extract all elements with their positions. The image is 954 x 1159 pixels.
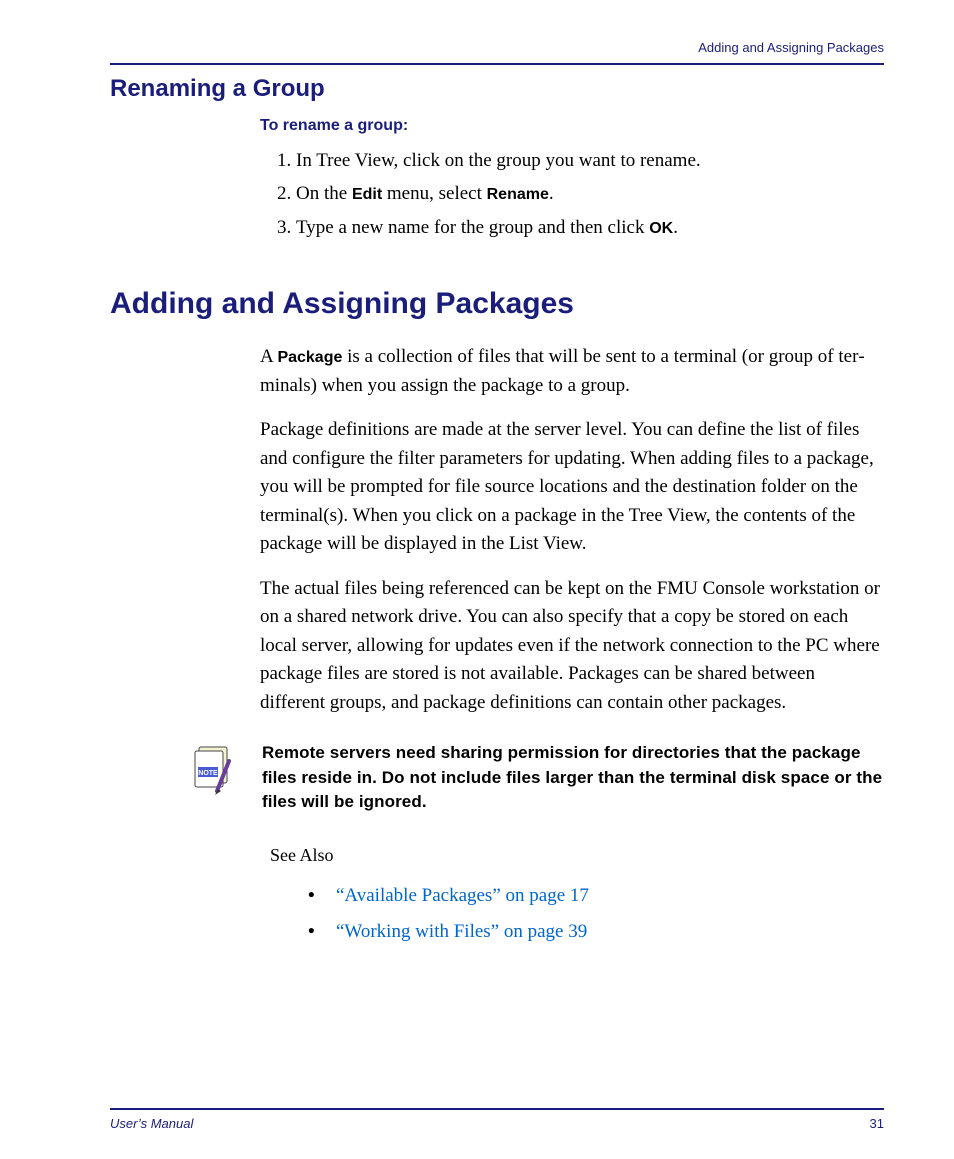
body-paragraph: A Package is a collection of files that … (260, 343, 884, 400)
step-3: Type a new name for the group and then c… (296, 212, 884, 243)
ui-label-package: Package (277, 349, 342, 366)
step-text: On the (296, 183, 352, 204)
ui-label-edit: Edit (352, 186, 382, 203)
step-text: menu, select (382, 183, 486, 204)
page-footer: User’s Manual 31 (110, 1108, 884, 1131)
ui-label-rename: Rename (487, 186, 549, 203)
heading-adding-assigning-packages: Adding and Assigning Packages (110, 287, 884, 321)
see-also-item: “Working with Files” on page 39 (308, 914, 884, 950)
see-also-item: “Available Packages” on page 17 (308, 878, 884, 914)
step-text: . (549, 183, 554, 204)
step-2: On the Edit menu, select Rename. (296, 178, 884, 209)
note-block: NOTE Remote servers need sharing permiss… (185, 741, 884, 815)
body-paragraph: Package definitions are made at the serv… (260, 416, 884, 559)
heading-renaming-group: Renaming a Group (110, 75, 884, 103)
step-text: In Tree View, click on the group you wan… (296, 150, 701, 171)
step-text: Type a new name for the group and then c… (296, 217, 649, 238)
note-icon: NOTE (185, 743, 240, 803)
footer-page-number: 31 (870, 1116, 884, 1131)
body-paragraph: The actual files being referenced can be… (260, 575, 884, 718)
note-text: Remote servers need sharing permission f… (262, 741, 884, 815)
text: A (260, 346, 277, 367)
footer-rule (110, 1108, 884, 1110)
step-text: . (673, 217, 678, 238)
procedure-steps: In Tree View, click on the group you wan… (296, 145, 884, 243)
note-badge-text: NOTE (198, 770, 218, 777)
footer-manual-title: User’s Manual (110, 1116, 193, 1131)
running-head: Adding and Assigning Packages (110, 40, 884, 55)
see-also-list: “Available Packages” on page 17 “Working… (308, 878, 884, 950)
see-also-heading: See Also (270, 845, 884, 866)
header-rule (110, 63, 884, 65)
ui-label-ok: OK (649, 220, 673, 237)
cross-reference-link[interactable]: “Working with Files” on page 39 (336, 921, 587, 942)
step-1: In Tree View, click on the group you wan… (296, 145, 884, 176)
cross-reference-link[interactable]: “Available Packages” on page 17 (336, 885, 589, 906)
text: is a collection of files that will be se… (260, 346, 865, 396)
procedure-head: To rename a group: (260, 117, 884, 135)
